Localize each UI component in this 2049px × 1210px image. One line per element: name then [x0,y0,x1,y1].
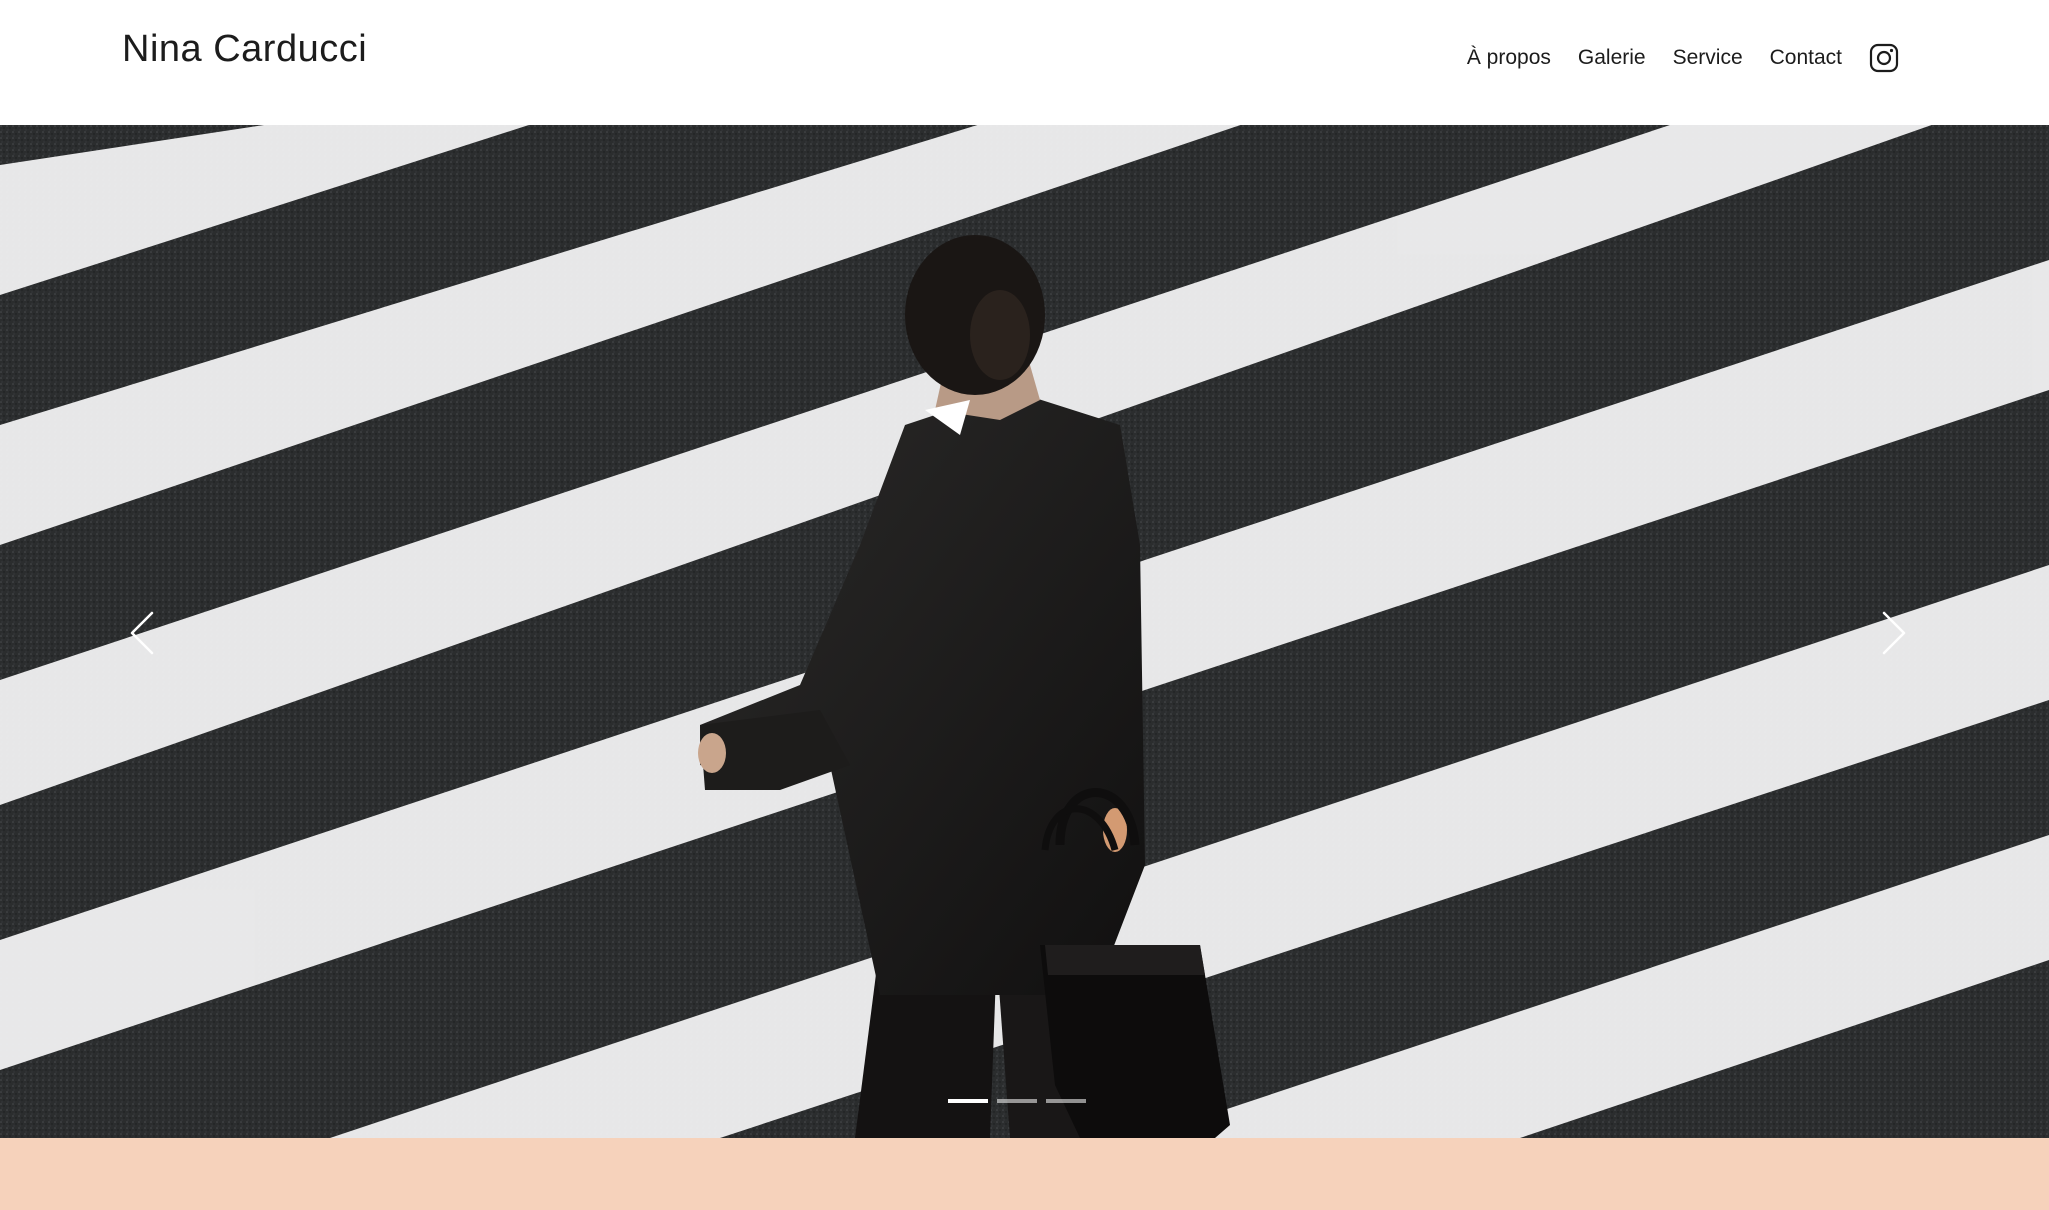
slideshow-indicators [948,1099,1086,1103]
slide-indicator-2[interactable] [997,1099,1037,1103]
slide-indicator-3[interactable] [1046,1099,1086,1103]
slideshow-prev-button[interactable] [122,605,162,661]
chevron-right-icon [1882,611,1906,655]
nav-item-a-propos[interactable]: À propos [1467,46,1551,70]
instagram-icon[interactable] [1869,43,1899,73]
hero-image [0,125,2049,1138]
hero-slideshow [0,125,2049,1138]
slideshow-next-button[interactable] [1874,605,1914,661]
slide-indicator-1[interactable] [948,1099,988,1103]
nav-item-contact[interactable]: Contact [1770,46,1842,70]
section-band [0,1138,2049,1210]
site-header: Nina Carducci À propos Galerie Service C… [0,0,2049,125]
main-nav: À propos Galerie Service Contact [1467,40,1899,76]
page: Nina Carducci À propos Galerie Service C… [0,0,2049,1210]
chevron-left-icon [130,611,154,655]
nav-item-galerie[interactable]: Galerie [1578,46,1646,70]
site-title[interactable]: Nina Carducci [122,28,367,71]
nav-item-service[interactable]: Service [1673,46,1743,70]
